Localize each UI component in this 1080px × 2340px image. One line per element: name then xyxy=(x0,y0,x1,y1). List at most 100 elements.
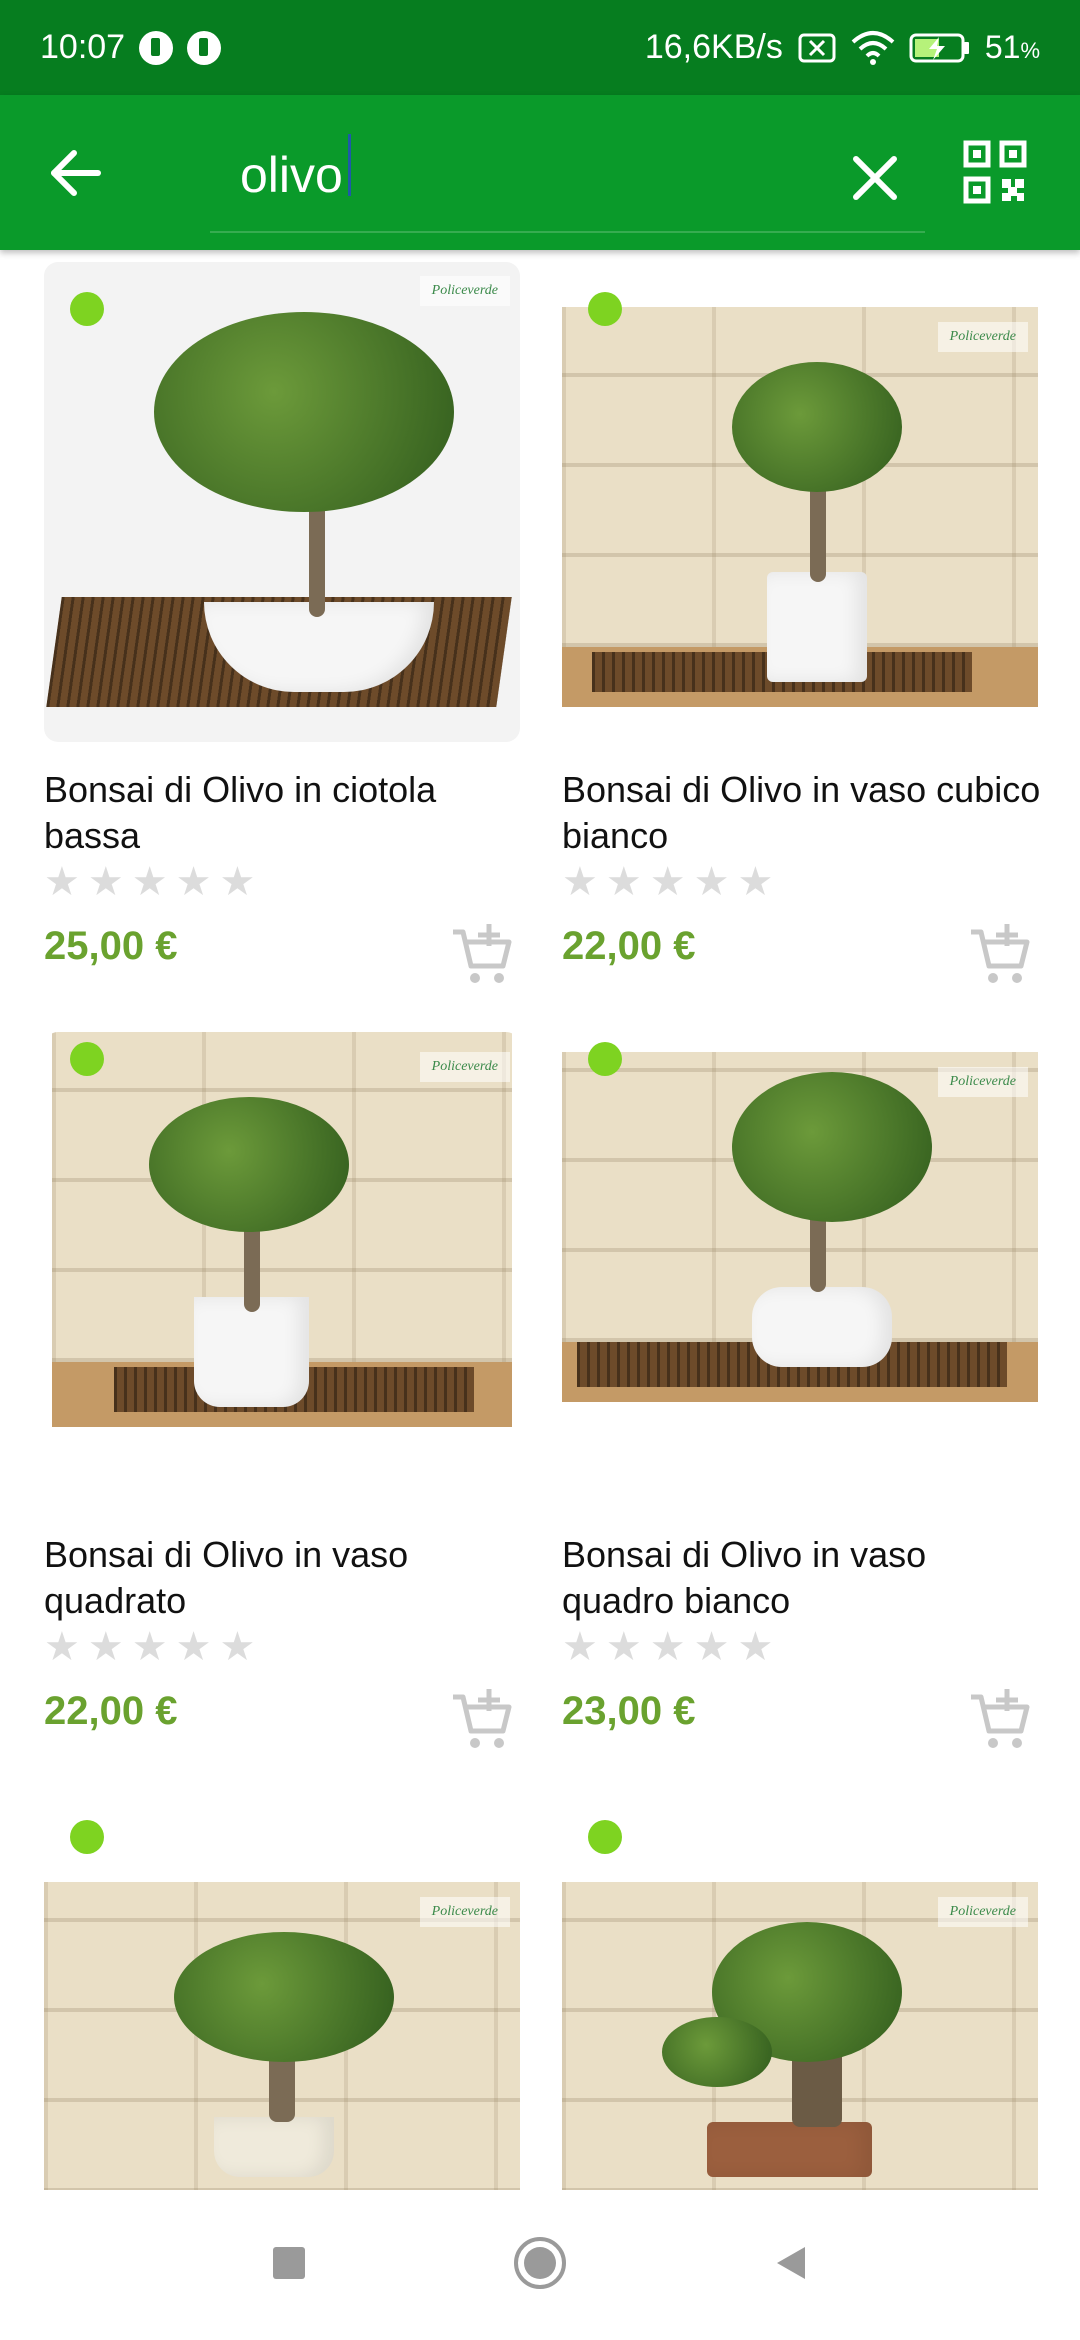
product-title[interactable]: Bonsai di Olivo in vaso quadrato xyxy=(44,1532,524,1624)
star-icon: ★ xyxy=(219,860,256,904)
product-image[interactable]: Policeverde xyxy=(562,262,1038,742)
star-icon: ★ xyxy=(131,1625,168,1669)
status-right: 16,6KB/s 51% xyxy=(645,28,1040,67)
star-icon: ★ xyxy=(737,1625,774,1669)
star-icon: ★ xyxy=(44,1625,80,1669)
pot-graphic xyxy=(767,572,867,682)
foliage-graphic xyxy=(732,1072,932,1222)
product-price: 22,00 € xyxy=(562,924,696,968)
star-icon: ★ xyxy=(562,1625,598,1669)
home-button[interactable] xyxy=(505,2228,575,2298)
clear-icon xyxy=(853,156,897,200)
no-sim-icon xyxy=(798,33,836,62)
star-icon: ★ xyxy=(649,1625,686,1669)
star-icon: ★ xyxy=(219,1625,256,1669)
back-button[interactable] xyxy=(40,137,112,209)
product-image[interactable]: Policeverde xyxy=(44,1032,520,1512)
star-icon: ★ xyxy=(87,860,124,904)
product-price: 23,00 € xyxy=(562,1689,696,1733)
rating-stars: ★ ★ ★ ★ ★ xyxy=(562,862,773,902)
rating-stars: ★ ★ ★ ★ ★ xyxy=(44,1627,255,1667)
star-icon: ★ xyxy=(649,860,686,904)
search-input[interactable] xyxy=(240,135,800,215)
battery-value: 51 xyxy=(984,29,1021,65)
system-navigation-bar xyxy=(0,2190,1080,2340)
back-triangle-icon xyxy=(777,2247,805,2279)
notification-icon-2 xyxy=(187,30,222,65)
product-card[interactable]: Policeverde Bonsai di Olivo in ciotola b… xyxy=(44,262,534,1022)
product-price: 22,00 € xyxy=(44,1689,178,1733)
battery-charging-icon xyxy=(909,33,969,62)
status-left: 10:07 xyxy=(40,28,222,67)
pot-graphic xyxy=(194,1297,309,1407)
brand-logo: Policeverde xyxy=(419,1052,510,1082)
star-icon: ★ xyxy=(87,1625,124,1669)
product-card[interactable]: Policeverde xyxy=(562,1802,1052,2190)
availability-dot xyxy=(588,1820,622,1854)
product-price: 25,00 € xyxy=(44,924,178,968)
add-to-cart-icon xyxy=(971,924,1030,983)
star-icon: ★ xyxy=(737,860,774,904)
availability-dot xyxy=(588,292,622,326)
wifi-icon xyxy=(851,30,895,65)
product-card[interactable]: Policeverde Bonsai di Olivo in vaso quad… xyxy=(44,1032,534,1792)
product-image[interactable]: Policeverde xyxy=(562,1032,1038,1512)
product-title[interactable]: Bonsai di Olivo in ciotola bassa xyxy=(44,767,524,859)
text-caret xyxy=(348,134,351,196)
star-icon: ★ xyxy=(44,860,80,904)
star-icon: ★ xyxy=(175,1625,212,1669)
brand-logo: Policeverde xyxy=(937,1897,1028,1927)
foliage-graphic xyxy=(732,362,902,492)
back-arrow-icon xyxy=(51,150,101,196)
rating-stars: ★ ★ ★ ★ ★ xyxy=(562,1627,773,1667)
add-to-cart-icon xyxy=(453,1689,512,1748)
add-to-cart-button[interactable] xyxy=(449,1687,515,1753)
brand-logo: Policeverde xyxy=(937,322,1028,352)
recents-button[interactable] xyxy=(254,2228,324,2298)
product-card[interactable]: Policeverde Bonsai di Olivo in vaso cubi… xyxy=(562,262,1052,1022)
foliage-graphic xyxy=(174,1932,394,2062)
pot-graphic xyxy=(214,2117,334,2177)
clear-search-button[interactable] xyxy=(840,143,910,213)
foliage-graphic xyxy=(662,2017,772,2087)
back-nav-button[interactable] xyxy=(756,2228,826,2298)
star-icon: ★ xyxy=(605,860,642,904)
search-underline xyxy=(210,231,925,233)
pot-graphic xyxy=(752,1287,892,1367)
product-card[interactable]: Policeverde xyxy=(44,1802,534,2190)
battery-percent: 51% xyxy=(985,29,1040,66)
battery-unit: % xyxy=(1020,38,1040,63)
pot-graphic xyxy=(707,2122,872,2177)
product-image[interactable]: Policeverde xyxy=(562,1802,1038,2190)
network-speed: 16,6KB/s xyxy=(644,28,783,66)
availability-dot xyxy=(70,1042,104,1076)
star-icon: ★ xyxy=(605,1625,642,1669)
availability-dot xyxy=(70,292,104,326)
star-icon: ★ xyxy=(131,860,168,904)
status-time: 10:07 xyxy=(40,28,126,66)
rating-stars: ★ ★ ★ ★ ★ xyxy=(44,862,255,902)
star-icon: ★ xyxy=(562,860,598,904)
add-to-cart-button[interactable] xyxy=(449,922,515,988)
product-card[interactable]: Policeverde Bonsai di Olivo in vaso quad… xyxy=(562,1032,1052,1792)
availability-dot xyxy=(70,1820,104,1854)
home-icon xyxy=(514,2237,566,2289)
brand-logo: Policeverde xyxy=(419,1897,510,1927)
add-to-cart-button[interactable] xyxy=(967,922,1033,988)
add-to-cart-icon xyxy=(971,1689,1030,1748)
foliage-graphic xyxy=(154,312,454,512)
add-to-cart-button[interactable] xyxy=(967,1687,1033,1753)
star-icon: ★ xyxy=(693,860,730,904)
qr-scan-icon xyxy=(963,140,1027,204)
product-title[interactable]: Bonsai di Olivo in vaso quadro bianco xyxy=(562,1532,1042,1624)
notification-icon xyxy=(139,30,174,65)
product-image[interactable]: Policeverde xyxy=(44,262,520,742)
star-icon: ★ xyxy=(693,1625,730,1669)
product-image[interactable]: Policeverde xyxy=(44,1802,520,2190)
brand-logo: Policeverde xyxy=(937,1067,1028,1097)
status-bar: 10:07 16,6KB/s 51% xyxy=(0,0,1080,95)
product-title[interactable]: Bonsai di Olivo in vaso cubico bianco xyxy=(562,767,1042,859)
product-grid[interactable]: Policeverde Bonsai di Olivo in ciotola b… xyxy=(0,250,1080,2190)
foliage-graphic xyxy=(149,1097,349,1232)
qr-scan-button[interactable] xyxy=(960,137,1030,207)
